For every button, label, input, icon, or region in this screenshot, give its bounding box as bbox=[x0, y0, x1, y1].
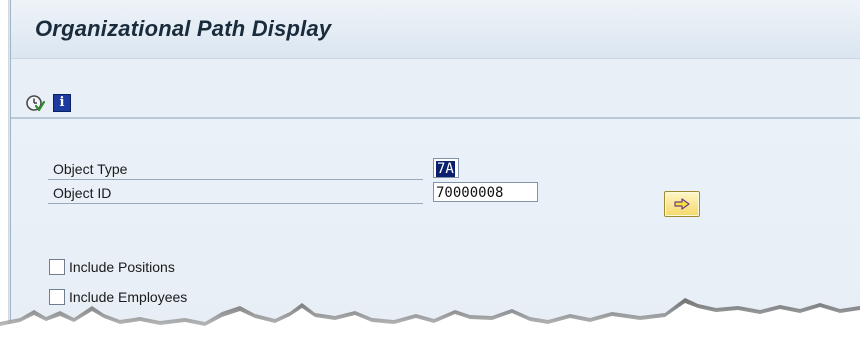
information-button[interactable]: i bbox=[52, 93, 72, 113]
selection-screen: Object Type 7A Object ID 70000008 Includ… bbox=[11, 119, 860, 352]
clock-execute-icon bbox=[26, 95, 45, 112]
arrow-right-icon bbox=[674, 198, 690, 210]
go-button[interactable] bbox=[664, 191, 700, 217]
object-type-field[interactable]: 7A bbox=[433, 158, 459, 178]
include-positions-checkbox[interactable] bbox=[49, 259, 65, 275]
page-title: Organizational Path Display bbox=[35, 16, 332, 41]
include-positions-option: Include Positions bbox=[49, 259, 175, 275]
application-toolbar: i bbox=[11, 59, 860, 119]
title-bar: Organizational Path Display bbox=[11, 0, 860, 59]
sap-window: Organizational Path Display i Object Typ… bbox=[10, 0, 860, 352]
execute-button[interactable] bbox=[25, 93, 45, 113]
object-id-value: 70000008 bbox=[436, 185, 504, 201]
object-id-label: Object ID bbox=[53, 185, 112, 201]
object-type-value: 7A bbox=[436, 161, 455, 177]
info-icon: i bbox=[53, 94, 71, 112]
object-id-field[interactable]: 70000008 bbox=[433, 182, 538, 202]
include-employees-checkbox[interactable] bbox=[49, 289, 65, 305]
include-employees-option: Include Employees bbox=[49, 289, 187, 305]
include-positions-label: Include Positions bbox=[69, 259, 175, 275]
include-employees-label: Include Employees bbox=[69, 289, 188, 305]
object-type-label: Object Type bbox=[53, 161, 128, 177]
